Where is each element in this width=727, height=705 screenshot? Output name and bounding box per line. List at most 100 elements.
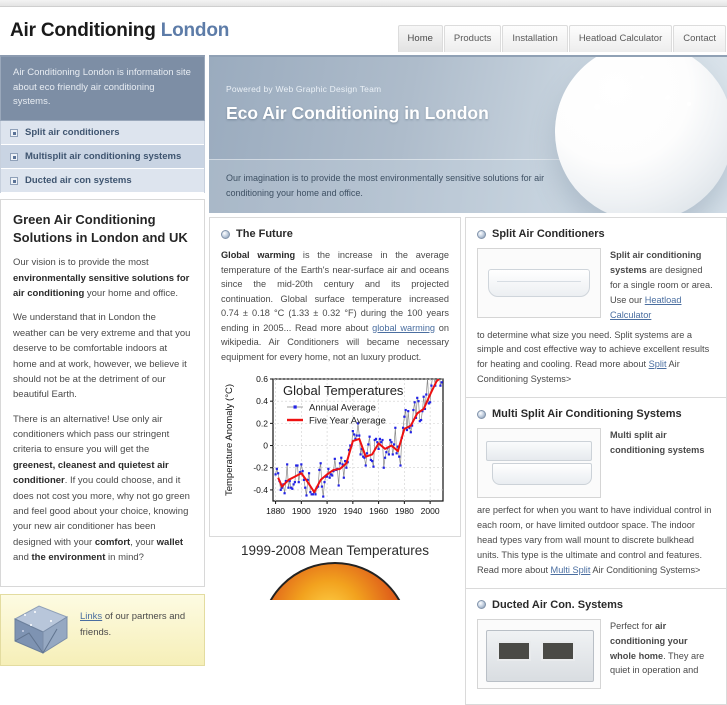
text-run-bold: Multi split air conditioning systems	[610, 430, 704, 455]
site-logo[interactable]: Air Conditioning London	[10, 20, 229, 42]
sidebar-panel-paragraph-2: We understand that in London the weather…	[13, 310, 192, 402]
right-column: Split Air Conditioners Split air conditi…	[465, 217, 727, 705]
nav-item-home[interactable]: Home	[398, 25, 443, 52]
sidebar-item-label: Ducted air con systems	[25, 175, 132, 186]
sidebar-intro: Air Conditioning London is information s…	[0, 55, 205, 121]
hero-banner: Powered by Web Graphic Design Team Eco A…	[209, 55, 727, 213]
split-air-conditioners-card: Split Air Conditioners Split air conditi…	[465, 217, 727, 398]
sidebar-panel-heading: Green Air Conditioning Solutions in Lond…	[13, 211, 192, 246]
sidebar-panel-paragraph-3: There is an alternative! Use only air co…	[13, 412, 192, 566]
square-bullet-icon	[10, 129, 18, 137]
square-bullet-icon	[10, 153, 18, 161]
multi-split-unit-image	[477, 428, 601, 498]
svg-text:1920: 1920	[318, 506, 337, 516]
text-run-bold: comfort	[95, 537, 130, 548]
text-run: There is an alternative! Use only air co…	[13, 414, 169, 456]
svg-text:1960: 1960	[369, 506, 388, 516]
hero-subtitle: Our imagination is to provide the most e…	[226, 171, 556, 201]
the-future-header: The Future	[221, 228, 449, 240]
nav-item-heatload-calculator[interactable]: Heatload Calculator	[569, 25, 672, 52]
chart-canvas: 1880190019201940196019802000-0.4-0.200.2…	[221, 371, 449, 523]
mean-temperature-globe-image	[209, 562, 461, 600]
browser-top-strip	[0, 0, 727, 7]
section-heading: Multi Split Air Conditioning Systems	[492, 408, 682, 420]
sidebar-item-multisplit-systems[interactable]: Multisplit air conditioning systems	[1, 145, 204, 169]
split-body-text: to determine what size you need. Split s…	[477, 328, 715, 388]
multi-split-link[interactable]: Multi Split	[551, 565, 591, 575]
ducted-product-row: Perfect for air conditioning your whole …	[477, 619, 715, 689]
circle-bullet-icon	[477, 600, 486, 609]
svg-text:-0.2: -0.2	[253, 463, 268, 473]
split-unit-image	[477, 248, 601, 318]
svg-text:Five Year Average: Five Year Average	[309, 416, 386, 427]
sidebar-item-label: Split air conditioners	[25, 127, 120, 138]
svg-text:1940: 1940	[343, 506, 362, 516]
svg-text:Temperature Anomaly (°C): Temperature Anomaly (°C)	[224, 384, 235, 496]
globe-caption: 1999-2008 Mean Temperatures	[209, 537, 461, 562]
nav-item-products[interactable]: Products	[444, 25, 502, 52]
svg-text:0.2: 0.2	[256, 419, 268, 429]
multi-split-lead-text: Multi split air conditioning systems	[610, 428, 715, 498]
the-future-card: The Future Global warming is the increas…	[209, 217, 461, 537]
multi-split-body-text: are perfect for when you want to have in…	[477, 503, 715, 578]
text-run: Perfect for	[610, 621, 655, 631]
svg-text:0: 0	[263, 441, 268, 451]
hero-title: Eco Air Conditioning in London	[226, 103, 489, 124]
cube-icon	[11, 603, 71, 655]
circle-bullet-icon	[477, 410, 486, 419]
text-run: , your	[130, 537, 156, 548]
text-run: in mind?	[105, 552, 144, 563]
ducted-lead-text: Perfect for air conditioning your whole …	[610, 619, 715, 689]
nav-item-installation[interactable]: Installation	[502, 25, 567, 52]
svg-text:Global Temperatures: Global Temperatures	[283, 383, 404, 398]
links-link[interactable]: Links	[80, 611, 102, 622]
section-heading: The Future	[236, 228, 293, 240]
text-run: is the increase in the average temperatu…	[221, 250, 449, 333]
site-header: Air Conditioning London Home Products In…	[0, 7, 727, 55]
square-bullet-icon	[10, 177, 18, 185]
svg-text:1900: 1900	[292, 506, 311, 516]
circle-bullet-icon	[221, 230, 230, 239]
text-run-bold: Global warming	[221, 250, 295, 260]
text-run-bold: wallet	[157, 537, 183, 548]
sidebar-item-ducted-systems[interactable]: Ducted air con systems	[1, 169, 204, 193]
svg-text:Annual Average: Annual Average	[309, 403, 376, 414]
global-temperatures-chart: 1880190019201940196019802000-0.4-0.200.2…	[221, 371, 449, 526]
split-product-row: Split air conditioning systems are desig…	[477, 248, 715, 323]
page-body: Air Conditioning London is information s…	[0, 55, 727, 545]
split-link[interactable]: Split	[649, 359, 667, 369]
links-box-text: Links of our partners and friends.	[80, 603, 194, 639]
split-header: Split Air Conditioners	[477, 228, 715, 240]
nav-item-contact[interactable]: Contact	[673, 25, 726, 52]
text-run-bold: the environment	[32, 552, 106, 563]
hero-powered-by: Powered by Web Graphic Design Team	[226, 84, 381, 94]
text-run: and	[13, 552, 32, 563]
white-sphere-icon	[555, 55, 727, 213]
sidebar-item-split-air-conditioners[interactable]: Split air conditioners	[1, 121, 204, 145]
sidebar: Air Conditioning London is information s…	[0, 55, 205, 666]
text-run: your home and office.	[84, 288, 178, 299]
section-heading: Ducted Air Con. Systems	[492, 599, 623, 611]
text-run: Air Conditioning Systems>	[590, 565, 700, 575]
svg-text:0.6: 0.6	[256, 374, 268, 384]
text-run: Our vision is to provide the most	[13, 257, 149, 268]
sidebar-nav-list: Split air conditioners Multisplit air co…	[0, 121, 205, 193]
global-warming-link[interactable]: global warming	[372, 323, 435, 333]
sidebar-item-label: Multisplit air conditioning systems	[25, 151, 181, 162]
multi-split-product-row: Multi split air conditioning systems	[477, 428, 715, 498]
logo-main: Air Conditioning	[10, 20, 156, 41]
circle-bullet-icon	[477, 230, 486, 239]
svg-text:0.4: 0.4	[256, 396, 268, 406]
svg-text:2000: 2000	[421, 506, 440, 516]
ducted-header: Ducted Air Con. Systems	[477, 599, 715, 611]
svg-text:-0.4: -0.4	[253, 485, 268, 495]
logo-alt: London	[161, 20, 229, 41]
ducted-unit-image	[477, 619, 601, 689]
svg-text:1980: 1980	[395, 506, 414, 516]
the-future-paragraph: Global warming is the increase in the av…	[221, 248, 449, 364]
split-lead-text: Split air conditioning systems are desig…	[610, 248, 715, 323]
center-column: The Future Global warming is the increas…	[209, 217, 461, 600]
page-root: Air Conditioning London Home Products In…	[0, 0, 727, 545]
ducted-card: Ducted Air Con. Systems Perfect for air …	[465, 589, 727, 705]
multi-split-card: Multi Split Air Conditioning Systems Mul…	[465, 398, 727, 589]
